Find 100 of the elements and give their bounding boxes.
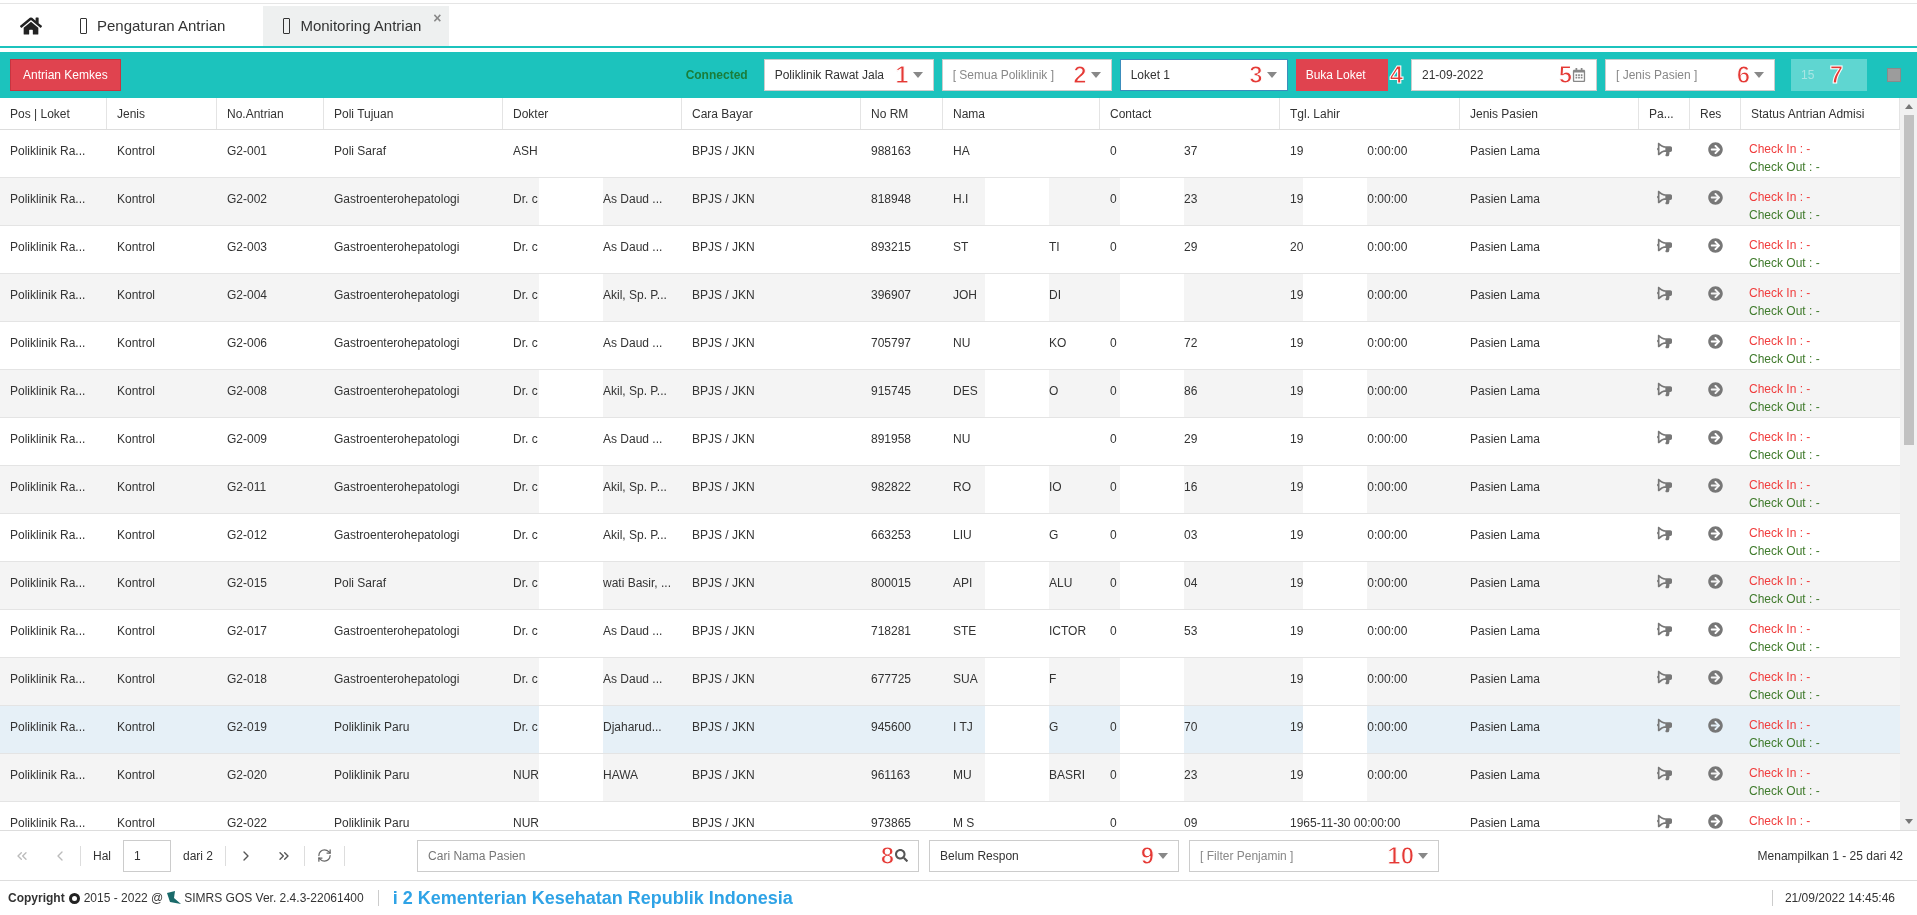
table-cell-text: Poli Saraf <box>333 143 388 160</box>
check-in-status: Check In : - <box>1749 669 1812 686</box>
megaphone-icon[interactable] <box>1657 574 1672 589</box>
table-row[interactable]: Poliklinik Ra... Kontrol G2-002 Gastroenterohepatologi Dr. c As Daud ... BPJS / JKN 818948 H.I 0 23 19 0:00:00 Pasien Lama Check In : - Check Out : - <box>0 178 1900 226</box>
column-header[interactable]: Cara Bayar <box>682 98 861 129</box>
table-cell-text: BPJS / JKN <box>691 527 756 544</box>
table-cell-text: 396907 <box>870 287 913 304</box>
table-cell-text: BPJS / JKN <box>691 335 756 352</box>
column-header[interactable]: Res <box>1690 98 1741 129</box>
table-cell-text: 0:00:00 <box>1367 383 1408 400</box>
table-cell-text: O <box>1049 383 1059 400</box>
check-in-status: Check In : - <box>1749 621 1812 638</box>
column-header[interactable]: Nama <box>943 98 1100 129</box>
table-cell: 0 <box>1110 480 1117 494</box>
megaphone-icon[interactable] <box>1657 430 1672 445</box>
copyright-icon <box>68 892 80 904</box>
filter-dropdown[interactable]: Belum Respon 9 <box>929 839 1180 872</box>
table-cell-text: Gastroenterohepatologi <box>333 671 461 688</box>
table-row[interactable]: Poliklinik Ra... Kontrol G2-015 Poli Saraf Dr. c wati Basir, ... BPJS / JKN 800015 API ALU 0 04 19 0:00:00 Pasien Lama Check In : - Check Out : - <box>0 562 1900 610</box>
table-cell-text: Pasien Lama <box>1469 143 1542 160</box>
megaphone-icon[interactable] <box>1657 334 1672 349</box>
dropdown[interactable]: Poliklinik Rawat Jala 1 <box>763 59 934 91</box>
dropdown[interactable]: [ Jenis Pasien ] 6 <box>1605 59 1775 91</box>
table-cell-text: BPJS / JKN <box>691 383 756 400</box>
table-row[interactable]: Poliklinik Ra... Kontrol G2-004 Gastroenterohepatologi Dr. c Akil, Sp. P... BPJS / JKN 396907 JOH DI 19 0:00:00 Pasien Lama Check In : - Check Out : - <box>0 274 1900 322</box>
column-header[interactable]: Dokter <box>503 98 682 129</box>
table-cell-text: Poliklinik Ra... <box>9 767 87 784</box>
tab[interactable]: Pengaturan Antrian <box>60 6 254 46</box>
table-cell: API <box>953 576 973 590</box>
table-cell-text: BPJS / JKN <box>691 719 756 736</box>
table-cell-text: G2-001 <box>226 143 269 160</box>
loket-field[interactable]: Loket 1 3 <box>1119 59 1288 91</box>
table-cell: Dr. c <box>513 624 538 638</box>
column-header[interactable]: Poli Tujuan <box>324 98 503 129</box>
page-field[interactable]: 1 <box>123 839 171 872</box>
megaphone-icon[interactable] <box>1657 142 1672 157</box>
table-cell-text: Pasien Lama <box>1469 191 1542 208</box>
megaphone-icon[interactable] <box>1657 622 1672 637</box>
dropdown[interactable]: [ Semua Poliklinik ] 2 <box>941 59 1112 91</box>
home-icon <box>20 15 42 37</box>
table-cell: HA <box>953 144 970 158</box>
table-cell-text: As Daud ... <box>603 671 663 688</box>
column-header[interactable]: Contact <box>1100 98 1280 129</box>
scrollbar[interactable] <box>1900 98 1917 830</box>
column-header[interactable]: Jenis Pasien <box>1460 98 1639 129</box>
table-cell-text: Poliklinik Ra... <box>9 527 87 544</box>
column-header[interactable]: Tgl. Lahir <box>1280 98 1460 129</box>
table-cell-text: TI <box>1049 239 1060 256</box>
table-cell-text: Poliklinik Ra... <box>9 335 87 352</box>
filter-dropdown[interactable]: [ Filter Penjamin ] 10 <box>1189 839 1440 872</box>
table-cell: 0 <box>1110 432 1117 446</box>
annotation-number: 1 <box>895 63 909 87</box>
column-header[interactable]: No.Antrian <box>217 98 324 129</box>
table-cell-text: Poliklinik Ra... <box>9 383 87 400</box>
megaphone-icon[interactable] <box>1657 718 1672 733</box>
table-cell: 0 <box>1110 384 1117 398</box>
table-cell-text: Poliklinik Paru <box>333 767 411 784</box>
copyright-years: 2015 - 2022 @ <box>83 890 164 907</box>
table-cell-text: 988163 <box>870 143 913 160</box>
open-counter-button[interactable]: Buka Loket <box>1295 59 1388 91</box>
table-cell-text: Kontrol <box>116 239 157 256</box>
table-cell-text: 29 <box>1184 431 1198 448</box>
table-cell-text: Pasien Lama <box>1469 671 1542 688</box>
column-header[interactable]: No RM <box>861 98 943 129</box>
check-out-status: Check Out : - <box>1749 207 1821 224</box>
megaphone-icon[interactable] <box>1657 382 1672 397</box>
kemkes-button[interactable]: Antrian Kemkes <box>10 59 121 91</box>
check-in-status: Check In : - <box>1749 765 1812 782</box>
megaphone-icon[interactable] <box>1657 526 1672 541</box>
column-header[interactable]: Pos | Loket <box>0 98 107 129</box>
tab[interactable]: Monitoring Antrian × <box>263 6 450 46</box>
table-row[interactable]: Poliklinik Ra... Kontrol G2-020 Poliklinik Paru NUR HAWA BPJS / JKN 961163 MU BASRI 0 23 19 0:00:00 Pasien Lama Check In : - Check Out : - <box>0 754 1900 802</box>
table-cell-text: BPJS / JKN <box>691 143 756 160</box>
table-cell: NU <box>953 432 971 446</box>
megaphone-icon[interactable] <box>1657 238 1672 253</box>
table-cell-text: G2-004 <box>226 287 269 304</box>
table-row[interactable]: Poliklinik Ra... Kontrol G2-011 Gastroenterohepatologi Dr. c Akil, Sp. P... BPJS / JKN 982822 RO IO 0 16 19 0:00:00 Pasien Lama Check In : - Check Out : - <box>0 466 1900 514</box>
ticker-text: i 2 Kementerian Kesehatan Republik Indonesia <box>392 886 793 910</box>
table-cell-text: Kontrol <box>116 143 157 160</box>
check-out-status: Check Out : - <box>1749 783 1821 800</box>
megaphone-icon[interactable] <box>1657 190 1672 205</box>
column-header[interactable]: Pa... <box>1639 98 1690 129</box>
column-header[interactable]: Jenis <box>107 98 217 129</box>
megaphone-icon[interactable] <box>1657 814 1672 829</box>
table-row[interactable]: Poliklinik Ra... Kontrol G2-018 Gastroenterohepatologi Dr. c As Daud ... BPJS / JKN 677725 SUA F 19 0:00:00 Pasien Lama Check In : - Check Out : - <box>0 658 1900 706</box>
date-field[interactable]: 21-09-2022 5 <box>1411 59 1597 91</box>
search-field[interactable]: Cari Nama Pasien 8 <box>417 839 920 872</box>
table-row[interactable]: Poliklinik Ra... Kontrol G2-019 Poliklinik Paru Dr. c Djaharud... BPJS / JKN 945600 I TJ G 0 70 19 0:00:00 Pasien Lama Check In : - Check Out : - <box>0 706 1900 754</box>
table-cell-text: 945600 <box>870 719 913 736</box>
check-out-status: Check Out : - <box>1749 399 1821 416</box>
refresh-icon[interactable] <box>317 848 333 863</box>
table-cell-text: G2-008 <box>226 383 269 400</box>
table-row[interactable]: Poliklinik Ra... Kontrol G2-008 Gastroenterohepatologi Dr. c Akil, Sp. P... BPJS / JKN 915745 DES O 0 86 19 0:00:00 Pasien Lama Check In : - Check Out : - <box>0 370 1900 418</box>
megaphone-icon[interactable] <box>1657 670 1672 685</box>
megaphone-icon[interactable] <box>1657 478 1672 493</box>
megaphone-icon[interactable] <box>1657 286 1672 301</box>
megaphone-icon[interactable] <box>1657 766 1672 781</box>
table-cell-text: G2-020 <box>226 767 269 784</box>
page-count: dari 2 <box>183 847 214 865</box>
table-cell-text: As Daud ... <box>603 623 663 640</box>
